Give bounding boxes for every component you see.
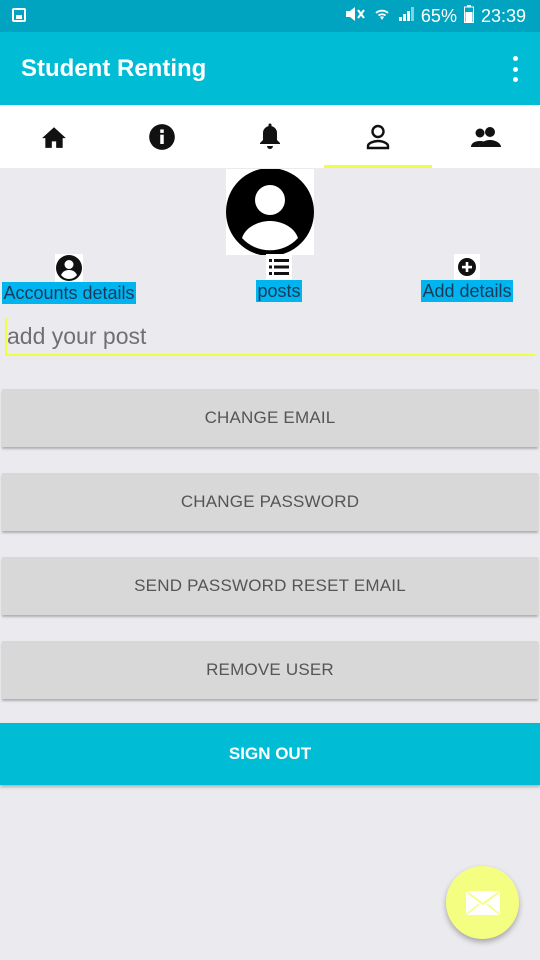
- people-icon: [471, 126, 501, 147]
- profile-avatar[interactable]: [226, 168, 314, 256]
- account-circle-icon: [55, 254, 83, 282]
- envelope-icon: [465, 890, 500, 915]
- posts-label: posts: [256, 280, 302, 302]
- status-bar: 65% 23:39: [0, 0, 540, 32]
- add-details-label: Add details: [421, 280, 513, 302]
- home-icon: [42, 126, 66, 148]
- tab-profile[interactable]: [324, 105, 432, 168]
- sign-out-button[interactable]: SIGN OUT: [0, 723, 540, 785]
- list-icon: [266, 254, 292, 280]
- battery-percent: 65%: [420, 6, 457, 26]
- app-bar: Student Renting: [0, 32, 540, 105]
- posts-shortcut[interactable]: posts: [255, 254, 303, 302]
- bell-icon: [260, 123, 280, 149]
- app-title: Student Renting: [21, 55, 207, 82]
- account-circle-icon: [226, 168, 314, 256]
- add-details-shortcut[interactable]: Add details: [418, 254, 516, 302]
- clock: 23:39: [480, 6, 526, 26]
- tab-people[interactable]: [432, 105, 540, 168]
- wifi-icon: [373, 6, 391, 27]
- accounts-details-label: Accounts details: [2, 282, 136, 304]
- message-fab[interactable]: [446, 866, 519, 939]
- accounts-details-shortcut[interactable]: Accounts details: [0, 254, 138, 304]
- image-notification-icon: [12, 8, 26, 22]
- tab-notifications[interactable]: [216, 105, 324, 168]
- add-post-input[interactable]: [5, 318, 535, 356]
- info-icon: [149, 123, 175, 150]
- tab-bar: [0, 105, 540, 168]
- more-options-icon[interactable]: [512, 56, 518, 82]
- status-icons: 65% 23:39: [344, 5, 526, 28]
- send-password-reset-email-button[interactable]: SEND PASSWORD RESET EMAIL: [2, 557, 538, 615]
- signal-icon: [398, 6, 414, 27]
- change-password-button[interactable]: CHANGE PASSWORD: [2, 473, 538, 531]
- tab-info[interactable]: [108, 105, 216, 168]
- mute-icon: [344, 6, 366, 27]
- person-icon: [366, 124, 390, 149]
- change-email-button[interactable]: CHANGE EMAIL: [2, 389, 538, 447]
- tab-home[interactable]: [0, 105, 108, 168]
- remove-user-button[interactable]: REMOVE USER: [2, 641, 538, 699]
- battery-icon: [463, 5, 474, 28]
- add-circle-icon: [454, 254, 480, 280]
